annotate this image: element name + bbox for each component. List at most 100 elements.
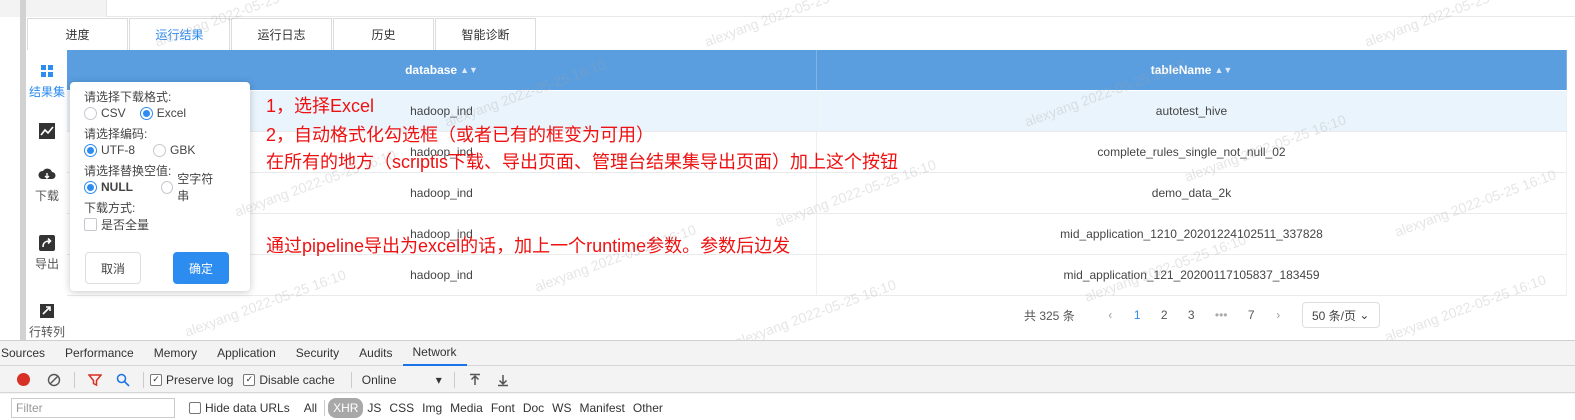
tab-history[interactable]: 历史 xyxy=(333,18,434,50)
table-row[interactable]: hadoop_ind demo_data_2k xyxy=(67,173,1567,214)
format-label: 请选择下载格式: xyxy=(84,90,172,104)
sidebar-item-result-set[interactable]: 结果集 xyxy=(27,62,67,100)
annotation-all-places: 在所有的地方（scriptis下载、导出页面、管理台结果集导出页面）加上这个按钮 xyxy=(266,152,899,172)
chevron-down-icon: ⌄ xyxy=(1359,308,1370,322)
tab-memory[interactable]: Memory xyxy=(144,341,207,366)
transpose-icon xyxy=(40,304,54,318)
page-ellipsis[interactable]: ••• xyxy=(1205,308,1238,322)
devtools-panel: Sources Performance Memory Application S… xyxy=(0,340,1575,420)
sidebar-item-label: 导出 xyxy=(34,257,59,271)
chart-icon xyxy=(39,123,55,139)
confirm-button[interactable]: 确定 xyxy=(173,252,229,284)
filter-doc[interactable]: Doc xyxy=(519,398,548,418)
popover-actions: 取消 确定 xyxy=(85,252,229,284)
search-icon[interactable] xyxy=(115,372,131,388)
filter-js[interactable]: JS xyxy=(363,398,385,418)
sort-icon[interactable]: ▲▼ xyxy=(460,65,478,75)
network-filter-bar: Filter Hide data URLs All XHR JS CSS Img… xyxy=(0,394,1575,420)
tab-run-log[interactable]: 运行日志 xyxy=(231,18,332,50)
table-row[interactable]: hadoop_ind mid_application_121_202001171… xyxy=(67,255,1567,296)
table-cell: complete_rules_single_not_null_02 xyxy=(817,132,1567,172)
download-popover: 请选择下载格式: CSV Excel 请选择编码: UTF-8 GBK 请选择替… xyxy=(70,82,250,291)
pagination: 共 325 条 ‹ 1 2 3 ••• 7 › 50 条/页 ⌄ xyxy=(1024,301,1380,329)
tab-progress[interactable]: 进度 xyxy=(27,18,128,50)
hide-data-urls-checkbox[interactable]: Hide data URLs xyxy=(189,401,290,415)
filter-input[interactable]: Filter xyxy=(11,397,175,418)
total-count: 共 325 条 xyxy=(1024,308,1075,323)
preserve-log-checkbox[interactable]: ✓ Preserve log xyxy=(150,373,233,387)
table-cell: mid_application_121_20200117105837_18345… xyxy=(817,255,1567,295)
devtools-tabs: Sources Performance Memory Application S… xyxy=(0,341,1575,366)
export-har-icon[interactable] xyxy=(495,372,511,388)
table-cell: mid_application_1210_20201224102511_3378… xyxy=(817,214,1567,254)
filter-manifest[interactable]: Manifest xyxy=(576,398,629,418)
import-har-icon[interactable] xyxy=(467,372,483,388)
cloud-download-icon xyxy=(38,168,56,179)
tab-security[interactable]: Security xyxy=(286,341,349,366)
table-header: database ▲▼ tableName ▲▼ xyxy=(67,50,1567,90)
record-icon[interactable] xyxy=(17,373,30,386)
tab-network[interactable]: Network xyxy=(402,341,467,366)
sidebar-item-download[interactable]: 下载 xyxy=(27,166,67,204)
page-3[interactable]: 3 xyxy=(1178,308,1205,322)
sidebar-item-label: 行转列 xyxy=(28,325,65,339)
tab-application[interactable]: Application xyxy=(207,341,286,366)
encoding-option-utf8[interactable]: UTF-8 xyxy=(84,143,135,157)
checkmark-icon[interactable]: ✓ xyxy=(243,373,256,386)
column-header-tablename[interactable]: tableName ▲▼ xyxy=(817,50,1567,90)
full-download-checkbox[interactable]: 是否全量 xyxy=(84,216,149,233)
tab-performance[interactable]: Performance xyxy=(55,341,144,366)
sidebar-item-export[interactable]: 导出 xyxy=(27,234,67,272)
table-cell: demo_data_2k xyxy=(817,173,1567,213)
encoding-label: 请选择编码: xyxy=(84,127,148,141)
disable-cache-checkbox[interactable]: ✓ Disable cache xyxy=(243,373,335,387)
result-table: database ▲▼ tableName ▲▼ hadoop_ind autote… xyxy=(67,50,1567,340)
tab-run-result[interactable]: 运行结果 xyxy=(129,18,230,50)
checkmark-icon[interactable]: ✓ xyxy=(150,373,162,386)
result-tabs: 进度 运行结果 运行日志 历史 智能诊断 xyxy=(27,18,537,50)
sidebar-item-label: 结果集 xyxy=(28,85,65,99)
tab-audits[interactable]: Audits xyxy=(349,341,402,366)
sidebar-item-chart[interactable] xyxy=(27,122,67,143)
left-scrollbar[interactable] xyxy=(20,0,26,340)
page-size-select[interactable]: 50 条/页 ⌄ xyxy=(1301,302,1380,328)
grid-icon xyxy=(41,65,53,77)
prev-page-button[interactable]: ‹ xyxy=(1097,308,1124,322)
clear-icon[interactable] xyxy=(46,372,62,388)
annotation-pipeline: 通过pipeline导出为excel的话，加上一个runtime参数。参数后边发 xyxy=(266,236,791,256)
null-replace-radio-group: NULL 空字符串 xyxy=(84,172,236,203)
result-sidebar: 结果集 下载 导出 行转列 xyxy=(27,50,67,340)
sidebar-item-label: 下载 xyxy=(34,189,59,203)
null-option-null[interactable]: NULL xyxy=(84,180,133,194)
throttle-select[interactable]: Online ▾ xyxy=(362,373,442,387)
annotation-step-1: 1，选择Excel xyxy=(266,96,375,116)
filter-font[interactable]: Font xyxy=(487,398,519,418)
sidebar-item-transpose[interactable]: 行转列 xyxy=(27,302,67,340)
tab-sources[interactable]: Sources xyxy=(0,341,55,366)
page-1[interactable]: 1 xyxy=(1124,308,1151,322)
null-option-empty-string[interactable]: 空字符串 xyxy=(161,170,222,204)
page-2[interactable]: 2 xyxy=(1151,308,1178,322)
format-option-csv[interactable]: CSV xyxy=(84,106,126,120)
filter-media[interactable]: Media xyxy=(446,398,487,418)
table-cell: autotest_hive xyxy=(817,91,1567,131)
page-7[interactable]: 7 xyxy=(1238,308,1265,322)
format-option-excel[interactable]: Excel xyxy=(139,106,186,120)
filter-ws[interactable]: WS xyxy=(548,398,575,418)
download-mode-group: 是否全量 xyxy=(84,215,236,233)
filter-other[interactable]: Other xyxy=(629,398,667,418)
next-page-button[interactable]: › xyxy=(1265,308,1292,322)
filter-img[interactable]: Img xyxy=(418,398,446,418)
filter-icon[interactable] xyxy=(87,372,103,388)
filter-all[interactable]: All xyxy=(300,398,321,418)
network-toolbar: ✓ Preserve log ✓ Disable cache Online ▾ xyxy=(0,367,1575,393)
sort-icon[interactable]: ▲▼ xyxy=(1214,65,1232,75)
format-radio-group: CSV Excel xyxy=(84,104,236,122)
encoding-radio-group: UTF-8 GBK xyxy=(84,141,236,159)
tab-smart-diagnosis[interactable]: 智能诊断 xyxy=(435,18,536,50)
filter-xhr[interactable]: XHR xyxy=(328,397,364,418)
filter-css[interactable]: CSS xyxy=(385,398,418,418)
cancel-button[interactable]: 取消 xyxy=(85,252,141,284)
encoding-option-gbk[interactable]: GBK xyxy=(153,143,195,157)
screen: 进度 运行结果 运行日志 历史 智能诊断 结果集 下载 导出 行转列 datab… xyxy=(0,0,1575,420)
